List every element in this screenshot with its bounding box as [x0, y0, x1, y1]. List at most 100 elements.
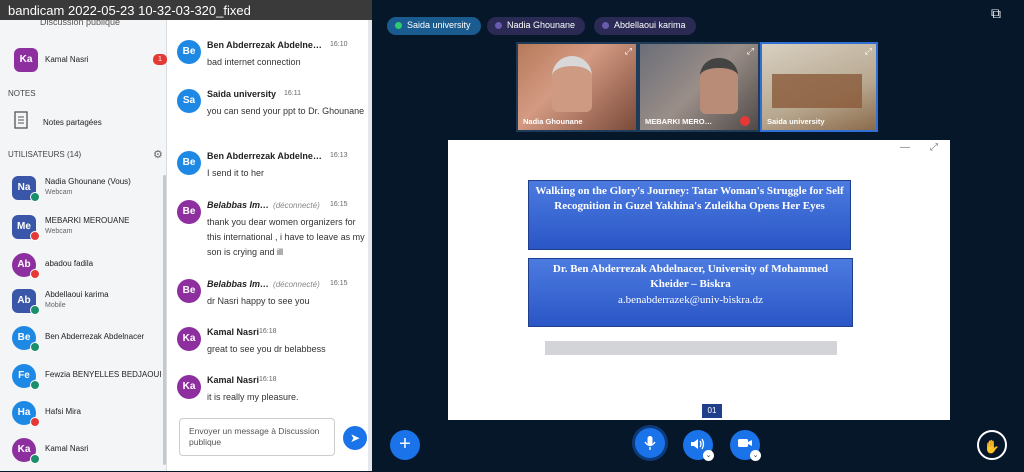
- user-list-item[interactable]: Ab abadou fadila: [0, 249, 167, 287]
- avatar: Be: [177, 151, 201, 175]
- video-room: [772, 74, 862, 108]
- user-list-item[interactable]: Me MEBARKI MEROUANE Webcam: [0, 211, 167, 249]
- message-text: dr Nasri happy to see you: [207, 296, 310, 306]
- expand-icon[interactable]: ⤢: [865, 46, 872, 57]
- message-sender: Ben Abderrezak Abdelne…: [207, 151, 322, 161]
- video-tile-0[interactable]: ⤢ Nadia Ghounane: [516, 42, 638, 132]
- disconnected-label: (déconnecté): [273, 280, 320, 289]
- chevron-down-icon[interactable]: ⌄: [750, 450, 761, 461]
- message-time: 16:13: [330, 152, 348, 159]
- status-icon: [30, 305, 40, 315]
- fullscreen-icon[interactable]: ⤢: [930, 142, 938, 153]
- slide-redacted-text: [545, 341, 837, 355]
- chat-scrollbar[interactable]: [368, 0, 372, 471]
- user-list-item[interactable]: Na Nadia Ghounane (Vous) Webcam: [0, 172, 167, 210]
- shared-notes-label: Notes partagées: [43, 118, 102, 127]
- avatar: Sa: [177, 89, 201, 113]
- document-icon: [14, 111, 28, 134]
- avatar: Ka: [177, 375, 201, 399]
- video-tile-2[interactable]: ⤢ Saida university: [760, 42, 878, 132]
- message-time: 16:10: [330, 41, 348, 48]
- message-sender: Kamal Nasri: [207, 375, 260, 385]
- disconnected-label: (déconnecté): [273, 201, 320, 210]
- message-text: it is really my pleasure.: [207, 392, 299, 402]
- slide-author-box: Dr. Ben Abderrezak Abdelnacer, Universit…: [528, 258, 853, 327]
- users-sidebar: Ka Kamal Nasri 1 NOTES Notes partagées U…: [0, 0, 167, 471]
- presenter-pill-0[interactable]: Saida university: [387, 17, 481, 35]
- user-list-item[interactable]: Be Ben Abderrezak Abdelnacer: [0, 322, 167, 360]
- presenter-pill-2[interactable]: Abdellaoui karima: [594, 17, 696, 35]
- user-name: Nadia Ghounane (Vous): [45, 177, 131, 186]
- user-name: Fewzia BENYELLES BEDJAOUI: [45, 370, 162, 379]
- gear-icon[interactable]: ⚙: [153, 148, 163, 161]
- avatar: Be: [177, 200, 201, 224]
- video-label: MEBARKI MERO…: [645, 117, 713, 126]
- status-icon: [30, 454, 40, 464]
- audio-button[interactable]: ⌄: [683, 430, 714, 461]
- message-sender: Ben Abderrezak Abdelne…: [207, 40, 322, 50]
- presenter-pill-1[interactable]: Nadia Ghounane: [487, 17, 586, 35]
- raise-hand-button[interactable]: ✋: [977, 430, 1007, 460]
- minimize-icon[interactable]: —: [900, 142, 910, 153]
- speaking-icon: [602, 22, 609, 29]
- users-scrollbar[interactable]: [163, 175, 166, 465]
- user-name: abadou fadila: [45, 259, 94, 268]
- message-time: 16:15: [330, 280, 348, 287]
- user-name: Abdellaoui karima: [45, 290, 109, 299]
- user-device: Webcam: [45, 228, 73, 235]
- presenter-name: Saida university: [407, 20, 471, 30]
- user-list-item[interactable]: Ha Hafsi Mira: [0, 397, 167, 435]
- layout-toggle-icon[interactable]: ⧉: [991, 5, 1001, 22]
- window-title: bandicam 2022-05-23 10-32-03-320_fixed: [8, 3, 251, 18]
- camera-icon: [730, 437, 760, 449]
- shared-notes-item[interactable]: Notes partagées: [0, 105, 167, 143]
- slide-page-number[interactable]: 01: [702, 404, 722, 418]
- expand-icon[interactable]: ⤢: [625, 46, 632, 57]
- microphone-button[interactable]: [635, 428, 665, 458]
- user-name: Hafsi Mira: [45, 407, 82, 416]
- hand-icon: ✋: [983, 439, 1001, 454]
- message-sender: Belabbas Im… (déconnecté): [207, 200, 320, 210]
- user-device: Mobile: [45, 302, 66, 309]
- message-text: thank you dear women organizers for this…: [207, 217, 365, 257]
- user-list-item[interactable]: Ab Abdellaoui karima Mobile: [0, 285, 167, 323]
- status-icon: [30, 231, 40, 241]
- user-name: Kamal Nasri: [45, 444, 89, 453]
- notes-section-label: NOTES: [8, 89, 36, 98]
- message-time: 16:18: [259, 376, 277, 383]
- send-icon: ➤: [349, 431, 361, 445]
- chat-user-kamal[interactable]: Ka Kamal Nasri 1: [0, 40, 167, 78]
- video-tile-1[interactable]: ⤢ MEBARKI MERO…: [638, 42, 760, 132]
- presenter-name: Nadia Ghounane: [507, 20, 576, 30]
- message-time: 16:11: [284, 90, 301, 97]
- chevron-down-icon[interactable]: ⌄: [703, 450, 714, 461]
- status-icon: [30, 192, 40, 202]
- speaking-icon: [395, 22, 402, 29]
- avatar: Be: [177, 279, 201, 303]
- status-icon: [30, 269, 40, 279]
- add-action-button[interactable]: +: [390, 430, 420, 460]
- message-time: 16:18: [259, 328, 277, 335]
- message-text: I send it to her: [207, 168, 265, 178]
- message-text: you can send your ppt to Dr. Ghounane: [207, 106, 365, 116]
- status-icon: [30, 417, 40, 427]
- chat-panel: Be Ben Abderrezak Abdelne… 16:10 bad intern…: [167, 0, 372, 471]
- expand-icon[interactable]: ⤢: [747, 46, 754, 57]
- muted-icon: [740, 116, 750, 126]
- unread-badge: 1: [153, 54, 167, 65]
- video-person: [700, 58, 738, 114]
- status-icon: [30, 380, 40, 390]
- message-text: bad internet connection: [207, 57, 301, 67]
- users-section-label: UTILISATEURS (14): [8, 150, 82, 159]
- speaker-icon: [683, 437, 713, 451]
- chat-message-input[interactable]: Envoyer un message à Discussion publique: [179, 418, 335, 456]
- send-button[interactable]: ➤: [343, 426, 367, 450]
- avatar: Ka: [177, 327, 201, 351]
- video-label: Saida university: [767, 117, 825, 126]
- user-name: MEBARKI MEROUANE: [45, 216, 130, 225]
- user-list-item[interactable]: Ka Kamal Nasri: [0, 434, 167, 472]
- message-sender: Belabbas Im… (déconnecté): [207, 279, 320, 289]
- user-list-item[interactable]: Fe Fewzia BENYELLES BEDJAOUI: [0, 360, 167, 398]
- camera-button[interactable]: ⌄: [730, 430, 761, 461]
- user-name: Kamal Nasri: [45, 55, 89, 64]
